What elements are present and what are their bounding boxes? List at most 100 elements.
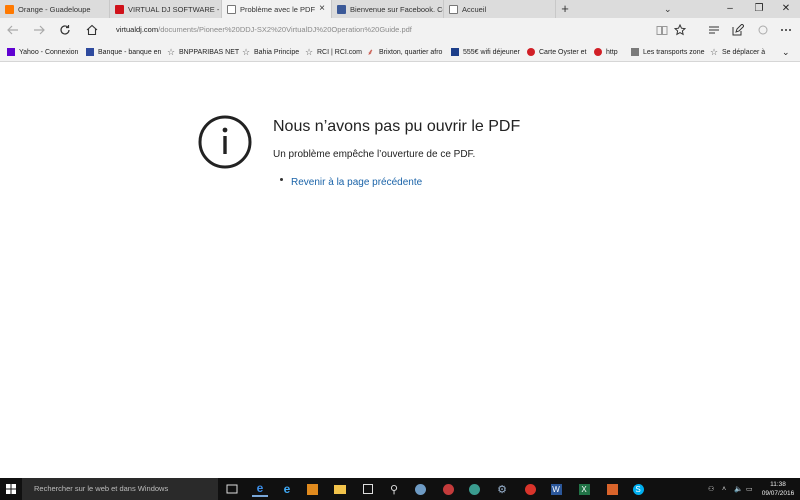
favorite-label: Banque - banque en	[98, 48, 162, 56]
favorite-wifi[interactable]: 555€ wifi déjeuner	[451, 42, 520, 62]
address-domain: virtualdj.com	[116, 25, 159, 34]
clock-date: 09/07/2016	[761, 490, 795, 497]
app-gear-icon: ⚙	[497, 483, 507, 496]
favorite-button[interactable]	[672, 22, 688, 38]
favorites-overflow-chevron-icon[interactable]: ⌄	[782, 42, 790, 62]
favorite-yahoo[interactable]: Yahoo - Connexion	[7, 42, 78, 62]
taskbar-skype[interactable]: S	[630, 481, 646, 497]
reading-view-button[interactable]	[654, 22, 670, 38]
taskbar-app-4[interactable]: ⚙	[494, 481, 510, 497]
share-icon	[758, 25, 768, 35]
tab-preview-chevron-icon[interactable]: ⌄	[664, 0, 672, 18]
address-bar[interactable]: virtualdj.com/documents/Pioneer%20DDJ-SX…	[112, 22, 642, 38]
taskbar-app-5[interactable]	[522, 481, 538, 497]
address-path: /documents/Pioneer%20DDJ-SX2%20VirtualDJ…	[158, 25, 412, 34]
refresh-button[interactable]	[57, 22, 73, 38]
favorite-oyster[interactable]: Carte Oyster et	[527, 42, 586, 62]
tab-pdf-problem[interactable]: Problème avec le PDF ×	[222, 0, 332, 18]
windows-logo-icon	[6, 484, 16, 494]
taskbar-word[interactable]: W	[548, 481, 564, 497]
app-record-icon	[524, 483, 536, 495]
more-dots-icon	[781, 29, 791, 31]
favorite-banque[interactable]: Banque - banque en	[86, 42, 161, 62]
web-note-button[interactable]	[730, 22, 746, 38]
info-icon	[198, 115, 252, 169]
app-red-icon	[442, 483, 454, 495]
task-view-icon	[226, 484, 238, 494]
new-tab-button[interactable]: +	[558, 0, 572, 18]
page-icon	[449, 4, 458, 14]
favorite-label: 555€ wifi déjeuner	[463, 48, 520, 56]
tab-label: Orange - Guadeloupe	[18, 4, 91, 14]
tfl-icon	[527, 48, 535, 56]
feather-icon: ⸙	[367, 47, 374, 57]
tab-accueil[interactable]: Accueil	[444, 0, 556, 18]
magnifier-icon: ⚲	[389, 483, 399, 496]
taskbar-excel[interactable]: X	[576, 481, 592, 497]
star-icon: ☆	[242, 47, 251, 57]
favorite-bnpparibas[interactable]: ☆ BNPPARIBAS NET	[167, 42, 239, 62]
taskbar-store[interactable]	[360, 481, 376, 497]
task-view-button[interactable]	[224, 481, 240, 497]
favorite-bahia[interactable]: ☆ Bahia Principe	[242, 42, 299, 62]
edge-icon: e	[256, 481, 264, 495]
tray-people-icon[interactable]: ⚇	[708, 478, 714, 500]
windows-taskbar: Rechercher sur le web et dans Windows e …	[0, 478, 800, 500]
clock-time: 11:38	[770, 481, 786, 488]
tab-label: Problème avec le PDF	[240, 4, 316, 14]
tray-message-icon[interactable]: ▭	[746, 478, 753, 500]
orange-icon	[5, 4, 14, 14]
taskbar-app-6[interactable]	[604, 481, 620, 497]
favorite-label: http	[606, 48, 618, 56]
facebook-icon	[337, 4, 346, 14]
close-tab-icon[interactable]: ×	[319, 3, 325, 15]
forward-button[interactable]	[31, 22, 47, 38]
tab-label: VIRTUAL DJ SOFTWARE - M	[128, 4, 221, 14]
start-button[interactable]	[0, 478, 22, 500]
favorite-deplacer[interactable]: ☆ Se déplacer à	[710, 42, 765, 62]
taskbar-edge-active[interactable]: e	[252, 481, 268, 497]
favorite-label: Se déplacer à	[722, 48, 766, 56]
favorite-rci[interactable]: ☆ RCI | RCI.com	[305, 42, 362, 62]
home-icon	[86, 24, 98, 36]
navigation-bar: virtualdj.com/documents/Pioneer%20DDJ-SX…	[0, 18, 800, 42]
go-back-link[interactable]: Revenir à la page précédente	[291, 177, 422, 188]
b-icon	[451, 48, 459, 56]
tab-strip: Orange - Guadeloupe VIRTUAL DJ SOFTWARE …	[0, 0, 800, 18]
taskbar-app-1[interactable]	[412, 481, 428, 497]
home-button[interactable]	[84, 22, 100, 38]
hub-icon	[709, 26, 719, 34]
book-icon	[656, 26, 668, 35]
tab-virtualdj[interactable]: VIRTUAL DJ SOFTWARE - M	[110, 0, 222, 18]
taskbar-ie[interactable]: e	[279, 481, 295, 497]
favorite-label: Les transports zone	[643, 48, 705, 56]
taskbar-media[interactable]	[304, 481, 320, 497]
tab-facebook[interactable]: Bienvenue sur Facebook. Cc	[332, 0, 444, 18]
taskbar-search-input[interactable]: Rechercher sur le web et dans Windows	[22, 478, 218, 500]
tray-chevron-up-icon[interactable]: ˄	[722, 478, 726, 500]
favorite-label: Bahia Principe	[254, 48, 300, 56]
arrow-left-icon	[7, 25, 18, 35]
hub-button[interactable]	[706, 22, 722, 38]
word-icon: W	[550, 483, 562, 495]
tab-orange[interactable]: Orange - Guadeloupe	[0, 0, 110, 18]
media-player-icon	[306, 483, 318, 495]
favorite-transports[interactable]: Les transports zone	[631, 42, 704, 62]
restore-button[interactable]: ❐	[745, 0, 773, 18]
virtualdj-icon	[115, 4, 124, 14]
taskbar-clock[interactable]: 11:38 09/07/2016	[758, 480, 798, 498]
favorite-brixton[interactable]: ⸙ Brixton, quartier afro	[367, 42, 442, 62]
favorite-http[interactable]: http	[594, 42, 618, 62]
taskbar-app-3[interactable]	[466, 481, 482, 497]
minimize-button[interactable]: –	[716, 0, 744, 18]
more-button[interactable]	[778, 22, 794, 38]
taskbar-explorer[interactable]	[332, 481, 348, 497]
close-window-button[interactable]: ✕	[772, 0, 800, 18]
taskbar-app-2[interactable]	[440, 481, 456, 497]
back-button[interactable]	[5, 22, 21, 38]
taskbar-search-app[interactable]: ⚲	[386, 481, 402, 497]
tray-volume-icon[interactable]: 🔈	[734, 478, 743, 500]
share-button[interactable]	[755, 22, 771, 38]
app-circle-icon	[414, 483, 426, 495]
star-icon: ☆	[305, 47, 314, 57]
